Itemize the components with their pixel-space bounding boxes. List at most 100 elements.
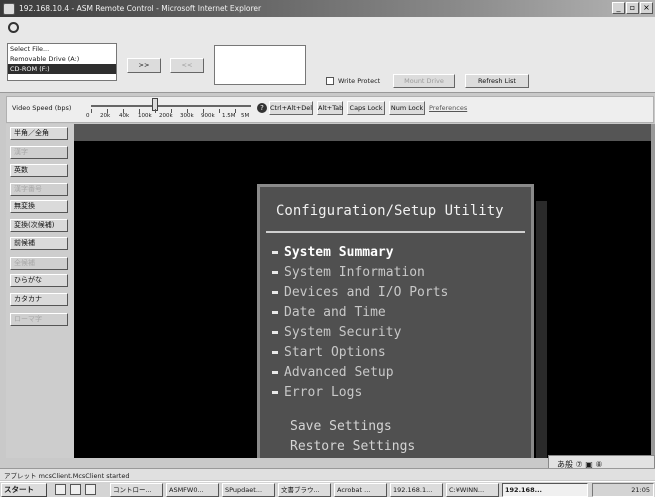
menu-item-advanced-setup[interactable]: Advanced Setup (272, 365, 394, 380)
task-button[interactable]: Acrobat ... (334, 483, 387, 497)
setup-utility-dialog: Configuration/Setup Utility System Summa… (257, 184, 534, 458)
screen-header-strip (74, 124, 651, 141)
key-eisu[interactable]: 英数 (10, 164, 68, 177)
menu-item-start-options[interactable]: Start Options (272, 345, 386, 360)
tick-label: 20k (100, 113, 111, 119)
key-zenkouho[interactable]: 前候補 (10, 237, 68, 250)
maximize-button[interactable]: ▫ (626, 2, 639, 14)
task-button[interactable]: SPupdaet... (222, 483, 275, 497)
title-bar: 192.168.10.4 - ASM Remote Control - Micr… (0, 0, 655, 17)
menu-item-label: Advanced Setup (284, 365, 394, 380)
remote-screen[interactable]: Configuration/Setup Utility System Summa… (74, 124, 651, 458)
window-controls: _ ▫ × (612, 2, 653, 14)
menu-item-date-time[interactable]: Date and Time (272, 305, 386, 320)
menu-item-system-security[interactable]: System Security (272, 325, 401, 340)
remote-content-area: 半角／全角 漢字 英数 漢字番号 無変換 変換(次候補) 前候補 全候補 ひらが… (6, 124, 651, 458)
tick-label: 0 (86, 113, 90, 119)
task-button[interactable]: ASMFW0... (166, 483, 219, 497)
minimize-button[interactable]: _ (612, 2, 625, 14)
bullet-icon (272, 391, 278, 394)
vertical-scrollbar[interactable] (651, 124, 655, 458)
menu-item-label: Start Options (284, 345, 386, 360)
menu-item-label: System Information (284, 265, 425, 280)
task-button[interactable]: 192.168.1... (390, 483, 443, 497)
tick-label: 300k (180, 113, 194, 119)
tick-label: 40k (119, 113, 130, 119)
bullet-icon (272, 371, 278, 374)
remote-control-panel: Select File... Removable Drive (A:) CD-R… (0, 17, 655, 93)
menu-item-error-logs[interactable]: Error Logs (272, 385, 362, 400)
task-button[interactable]: コントロー... (110, 483, 163, 497)
setup-utility-title: Configuration/Setup Utility (276, 203, 504, 219)
task-button-active[interactable]: 192.168... (502, 483, 588, 497)
caps-lock-button[interactable]: Caps Lock (347, 101, 385, 115)
video-speed-slider[interactable] (91, 105, 251, 107)
key-romaji[interactable]: ローマ字 (10, 313, 68, 326)
tick-label: 1.5M (222, 113, 236, 119)
write-protect-checkbox[interactable] (326, 77, 334, 85)
num-lock-button[interactable]: Num Lock (389, 101, 425, 115)
drive-option-selected[interactable]: CD-ROM (F:) (8, 64, 116, 74)
close-button[interactable]: × (640, 2, 653, 14)
task-button[interactable]: C:¥WINN... (446, 483, 499, 497)
key-zenkouho-all[interactable]: 全候補 (10, 257, 68, 270)
key-henkan[interactable]: 変換(次候補) (10, 219, 68, 232)
bullet-icon (272, 271, 278, 274)
video-speed-bar: Video Speed (bps) 0 20k 40k 100k 200k 30… (6, 96, 654, 123)
bullet-icon (272, 331, 278, 334)
key-kanji-bango[interactable]: 漢字番号 (10, 183, 68, 196)
video-speed-label: Video Speed (bps) (12, 104, 72, 112)
bullet-icon (272, 251, 278, 254)
refresh-list-button[interactable]: Refresh List (465, 74, 529, 88)
system-tray: 21:05 (592, 483, 654, 497)
save-settings-item[interactable]: Save Settings (290, 419, 392, 434)
menu-item-system-information[interactable]: System Information (272, 265, 425, 280)
mount-drive-button[interactable]: Mount Drive (393, 74, 455, 88)
tick-label: 5M (241, 113, 250, 119)
drive-option[interactable]: Select File... (8, 44, 116, 54)
ie-icon (3, 2, 15, 15)
drive-option[interactable]: Removable Drive (A:) (8, 54, 116, 64)
menu-item-label: Devices and I/O Ports (284, 285, 449, 300)
menu-item-label: Date and Time (284, 305, 386, 320)
tick-label: 200k (159, 113, 173, 119)
menu-item-devices-io-ports[interactable]: Devices and I/O Ports (272, 285, 448, 300)
menu-item-label: Error Logs (284, 385, 363, 400)
task-button[interactable]: 文書ブラウ... (278, 483, 331, 497)
dialog-shadow (536, 201, 547, 458)
gear-icon[interactable] (8, 22, 19, 33)
alt-tab-button[interactable]: Alt+Tab (317, 101, 343, 115)
clock: 21:05 (631, 486, 650, 494)
help-icon[interactable]: ? (257, 103, 267, 113)
tick-label: 900k (201, 113, 215, 119)
add-drive-button[interactable]: >> (127, 58, 161, 73)
quicklaunch-ie-icon[interactable] (55, 484, 66, 495)
bullet-icon (272, 311, 278, 314)
remove-drive-button[interactable]: << (170, 58, 204, 73)
write-protect-label: Write Protect (338, 77, 381, 85)
status-text: アプレット mcsClient.McsClient started (4, 472, 130, 480)
slider-tick-labels: 0 20k 40k 100k 200k 300k 900k 1.5M 5M (86, 113, 256, 121)
drive-list[interactable]: Select File... Removable Drive (A:) CD-R… (7, 43, 117, 81)
key-hiragana[interactable]: ひらがな (10, 274, 68, 287)
status-bar: アプレット mcsClient.McsClient started (0, 468, 655, 480)
tick-label: 100k (138, 113, 152, 119)
ime-key-sidebar: 半角／全角 漢字 英数 漢字番号 無変換 変換(次候補) 前候補 全候補 ひらが… (6, 124, 74, 458)
bullet-icon (272, 291, 278, 294)
quicklaunch-desktop-icon[interactable] (70, 484, 81, 495)
mounted-drive-list[interactable] (214, 45, 306, 85)
menu-item-label: System Summary (284, 245, 394, 260)
start-button[interactable]: スタート (1, 483, 47, 497)
window-title: 192.168.10.4 - ASM Remote Control - Micr… (19, 4, 262, 13)
bullet-icon (272, 351, 278, 354)
preferences-link[interactable]: Preferences (429, 104, 467, 112)
key-katakana[interactable]: カタカナ (10, 293, 68, 306)
taskbar: スタート コントロー... ASMFW0... SPupdaet... 文書ブラ… (0, 481, 655, 497)
quicklaunch-folder-icon[interactable] (85, 484, 96, 495)
menu-item-system-summary[interactable]: System Summary (272, 245, 394, 260)
key-hankaku-zenkaku[interactable]: 半角／全角 (10, 127, 68, 140)
key-kanji[interactable]: 漢字 (10, 146, 68, 159)
ctrl-alt-del-button[interactable]: Ctrl+Alt+Del (269, 101, 313, 115)
key-muhenkan[interactable]: 無変換 (10, 200, 68, 213)
restore-settings-item[interactable]: Restore Settings (290, 439, 415, 454)
